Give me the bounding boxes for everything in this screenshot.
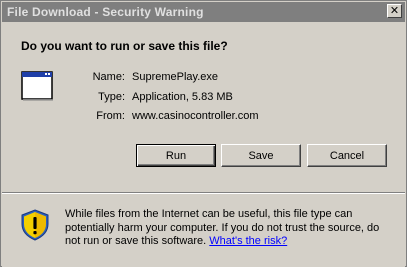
type-value: Application, 5.83 MB xyxy=(132,91,233,103)
security-warning-panel: While files from the Internet can be use… xyxy=(2,192,405,267)
dialog-content: Do you want to run or save this file? Na… xyxy=(5,25,402,193)
name-value: SupremePlay.exe xyxy=(132,71,219,83)
close-button[interactable]: ✕ xyxy=(387,4,402,18)
save-button[interactable]: Save xyxy=(221,144,301,167)
window-title: File Download - Security Warning xyxy=(7,5,204,19)
from-label: From: xyxy=(96,110,125,122)
file-download-dialog: File Download - Security Warning ✕ Do yo… xyxy=(0,0,407,267)
dialog-question: Do you want to run or save this file? xyxy=(21,39,228,53)
from-row: From: www.casinocontroller.com xyxy=(75,110,259,122)
from-value: www.casinocontroller.com xyxy=(132,110,259,122)
run-button[interactable]: Run xyxy=(136,144,216,167)
cancel-button[interactable]: Cancel xyxy=(307,144,387,167)
type-label: Type: xyxy=(98,91,125,103)
whats-the-risk-link[interactable]: What's the risk? xyxy=(209,235,287,247)
application-window-icon xyxy=(21,71,53,101)
title-bar[interactable]: File Download - Security Warning ✕ xyxy=(2,2,405,22)
type-row: Type: Application, 5.83 MB xyxy=(75,91,233,103)
warning-message: While files from the Internet can be use… xyxy=(65,208,395,249)
close-icon: ✕ xyxy=(389,4,400,17)
name-label: Name: xyxy=(92,71,125,83)
security-shield-icon xyxy=(21,209,49,241)
name-row: Name: SupremePlay.exe xyxy=(75,71,218,83)
